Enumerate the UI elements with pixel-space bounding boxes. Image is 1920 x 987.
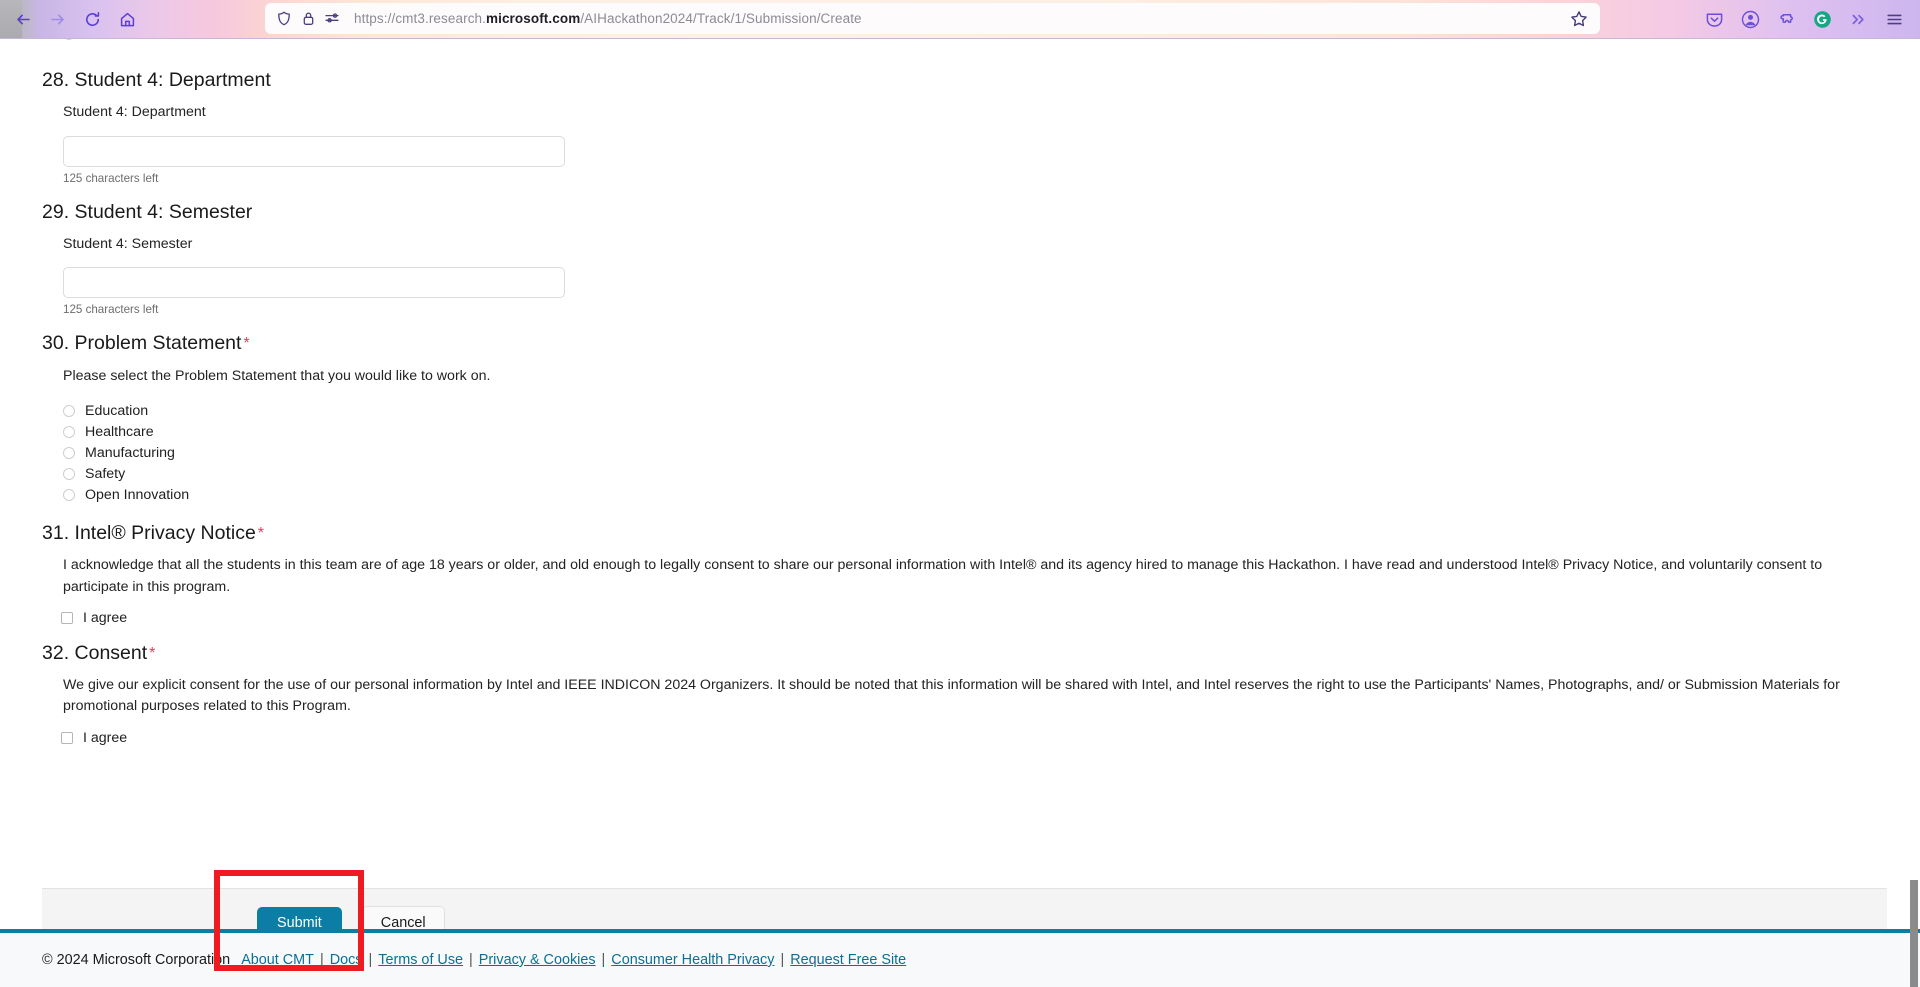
radio-icon[interactable] [63,426,75,439]
option-label: Safety [85,466,126,483]
student4-department-input[interactable] [63,135,565,167]
question-number: 28. [42,69,70,91]
option-label: Education [85,403,149,420]
question-29: 29. Student 4: Semester Student 4: Semes… [0,185,1905,317]
problem-statement-radio-group: Education Healthcare Manufacturing Safet… [42,401,1905,506]
footer-link-request-free-site[interactable]: Request Free Site [790,952,906,968]
question-number: 29. [42,200,70,223]
question-30: 30. Problem Statement * Please select the… [0,316,1905,506]
radio-option-safety[interactable]: Safety [42,464,1905,485]
checkbox-icon[interactable] [61,732,73,745]
pocket-save-icon[interactable] [1700,5,1728,33]
chars-left-counter: 125 characters left [63,303,159,317]
question-label: Intel® Privacy Notice [74,521,256,544]
checkbox-label: I agree [83,729,128,746]
question-label: Problem Statement [74,332,242,355]
radio-option-manufacturing[interactable]: Manufacturing [42,443,1905,464]
site-footer: © 2024 Microsoft Corporation About CMT |… [0,929,1920,987]
question-31: 31. Intel® Privacy Notice * I acknowledge… [0,506,1905,626]
checkbox-icon[interactable] [61,612,73,625]
footer-link-about-cmt[interactable]: About CMT [241,952,314,968]
question-description: Student 4: Semester [63,235,193,252]
option-label: Healthcare [85,424,154,441]
hamburger-menu-icon[interactable] [1880,5,1908,33]
question-32: 32. Consent * We give our explicit consen… [0,626,1905,746]
star-icon[interactable] [1568,8,1590,30]
question-title: 28. Student 4: Department [42,53,1905,93]
footer-separator: | [319,952,324,968]
account-icon[interactable] [1736,5,1764,33]
question-title: 31. Intel® Privacy Notice * [42,506,1905,546]
radio-icon[interactable] [63,405,75,418]
radio-icon[interactable] [63,468,75,481]
footer-link-privacy-cookies[interactable]: Privacy & Cookies [479,952,596,968]
consent-agree-row[interactable]: I agree [42,731,1905,745]
browser-toolbar: https://cmt3.research.microsoft.com/AIHa… [0,0,1920,39]
footer-link-consumer-health-privacy[interactable]: Consumer Health Privacy [611,952,774,968]
clipped-option-other: Other [0,39,1905,53]
extensions-puzzle-icon[interactable] [1772,5,1800,33]
footer-separator: | [780,952,785,968]
question-number: 30. [42,332,70,355]
question-description: Please select the Problem Statement that… [63,367,491,384]
privacy-notice-agree-row[interactable]: I agree [42,611,1905,625]
vertical-scrollbar[interactable] [1907,78,1920,987]
copyright-text: © 2024 Microsoft Corporation [42,952,231,968]
privacy-notice-text: I acknowledge that all the students in t… [63,557,1823,595]
radio-icon[interactable] [63,447,75,460]
question-number: 32. [42,641,70,664]
radio-option-education[interactable]: Education [42,401,1905,422]
radio-option-other[interactable]: Other [63,39,120,41]
scrollbar-thumb[interactable] [1910,880,1918,987]
forward-button[interactable] [42,4,72,34]
option-label: Open Innovation [85,487,190,504]
radio-option-healthcare[interactable]: Healthcare [42,422,1905,443]
chars-left-counter: 125 characters left [63,171,159,185]
radio-icon[interactable] [63,39,75,41]
required-asterisk: * [149,644,156,662]
overflow-chevrons-icon[interactable] [1844,5,1872,33]
back-button[interactable] [8,4,38,34]
question-description: Student 4: Department [63,104,206,121]
question-title: 29. Student 4: Semester [42,185,1905,225]
page-viewport: Other 28. Student 4: Department Student … [0,39,1920,987]
question-label: Student 4: Semester [74,200,253,223]
home-button[interactable] [112,4,142,34]
student4-semester-input[interactable] [63,267,565,299]
option-label: Manufacturing [85,445,175,462]
grammarly-icon[interactable] [1808,5,1836,33]
address-bar[interactable]: https://cmt3.research.microsoft.com/AIHa… [265,3,1600,34]
required-asterisk: * [257,524,265,542]
checkbox-label: I agree [83,610,128,627]
footer-separator: | [368,952,373,968]
footer-link-docs[interactable]: Docs [330,952,363,968]
option-label: Other [85,39,120,41]
required-asterisk: * [243,335,250,353]
url-text[interactable]: https://cmt3.research.microsoft.com/AIHa… [354,11,862,26]
radio-option-open-innovation[interactable]: Open Innovation [42,485,1905,506]
radio-icon[interactable] [63,489,75,502]
reload-button[interactable] [77,4,107,34]
lock-icon[interactable] [297,8,319,30]
question-label: Consent [74,641,148,664]
question-28: 28. Student 4: Department Student 4: Dep… [0,53,1905,185]
submission-form: Other 28. Student 4: Department Student … [0,39,1905,745]
footer-separator: | [601,952,606,968]
footer-link-terms-of-use[interactable]: Terms of Use [378,952,463,968]
permissions-icon[interactable] [321,8,343,30]
question-title: 30. Problem Statement * [42,316,1905,356]
consent-text: We give our explicit consent for the use… [63,676,1840,715]
question-label: Student 4: Department [74,69,271,91]
question-number: 31. [42,521,70,544]
shield-icon[interactable] [273,8,295,30]
footer-separator: | [469,952,473,968]
question-title: 32. Consent * [42,626,1905,666]
